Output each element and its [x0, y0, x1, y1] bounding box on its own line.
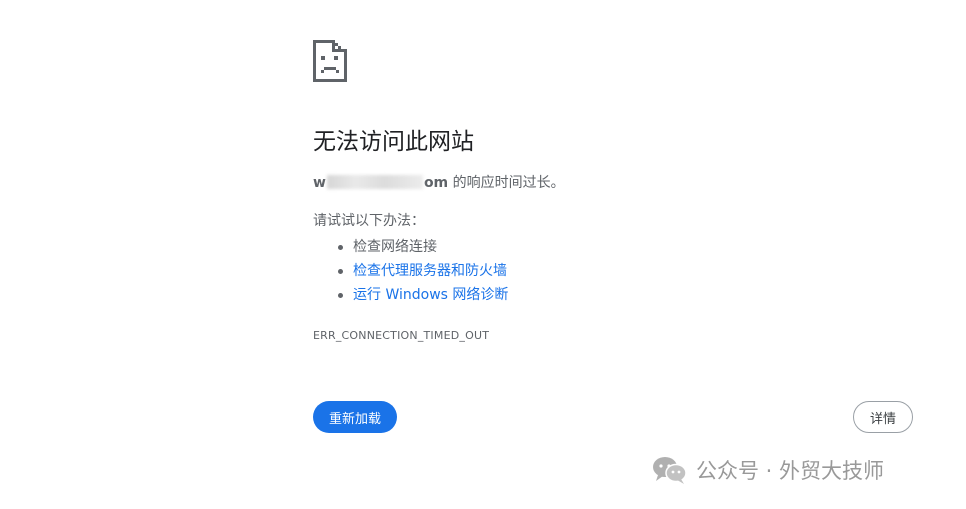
error-content: 无法访问此网站 w om 的响应时间过长。 请试试以下办法： 检查网络连接 检查代… — [313, 40, 913, 344]
error-page: 无法访问此网站 w om 的响应时间过长。 请试试以下办法： 检查网络连接 检查代… — [0, 0, 966, 509]
suggestions-list: 检查网络连接 检查代理服务器和防火墙 运行 Windows 网络诊断 — [313, 235, 913, 307]
details-button[interactable]: 详情 — [853, 401, 913, 433]
error-code: ERR_CONNECTION_TIMED_OUT — [313, 329, 490, 342]
suggestion-run-diagnostics-link[interactable]: 运行 Windows 网络诊断 — [338, 283, 913, 307]
host-prefix: w — [313, 175, 326, 191]
sad-page-icon — [313, 40, 347, 82]
redacted-host — [326, 175, 423, 189]
subtitle-rest: 的响应时间过长。 — [448, 175, 565, 191]
suggestion-check-network: 检查网络连接 — [338, 235, 913, 259]
suggestion-check-proxy-link[interactable]: 检查代理服务器和防火墙 — [338, 259, 913, 283]
error-heading: 无法访问此网站 — [313, 129, 474, 155]
watermark-text: 公众号 · 外贸大技师 — [696, 459, 885, 483]
error-subtitle: w om 的响应时间过长。 — [313, 173, 913, 193]
suggestions-label: 请试试以下办法： — [313, 213, 425, 229]
watermark: 公众号 · 外贸大技师 — [652, 452, 884, 488]
wechat-icon — [653, 457, 687, 484]
reload-button[interactable]: 重新加载 — [313, 401, 397, 433]
host-suffix: om — [423, 175, 449, 191]
